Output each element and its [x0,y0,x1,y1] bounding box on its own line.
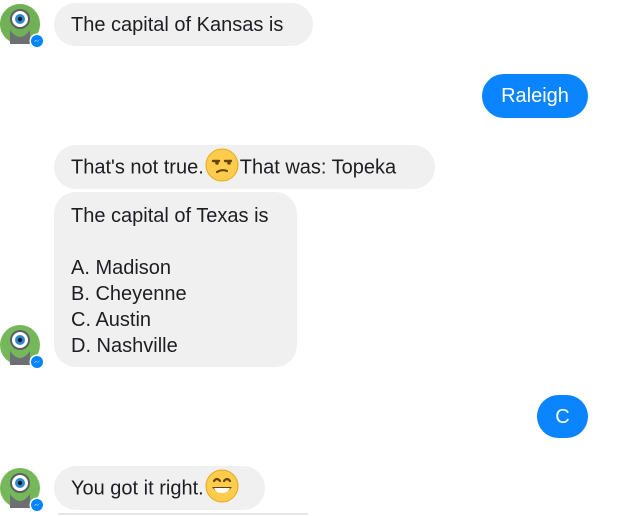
incoming-message-bubble: The capital of Kansas is [54,3,313,46]
bot-avatar[interactable] [0,468,45,513]
message-text: C [555,406,570,428]
message-text: That's not true. [71,156,204,179]
incoming-message-bubble: The capital of Texas is A. Madison B. Ch… [54,192,297,367]
message-text: You got it right. [71,477,204,500]
messenger-badge-icon [29,33,45,49]
message-text: Raleigh [501,85,569,107]
question-text: The capital of Texas is [71,205,269,227]
answer-option: A. Madison [71,257,172,279]
messenger-badge-icon [29,497,45,513]
answer-option: B. Cheyenne [71,283,187,305]
bot-avatar[interactable] [0,325,45,370]
answer-option: D. Nashville [71,335,178,357]
unamused-face-emoji-icon [205,148,239,182]
outgoing-message-bubble: Raleigh [482,74,588,118]
answer-option: C. Austin [71,309,152,331]
outgoing-message-bubble: C [537,395,588,438]
message-text: That was: Topeka [239,156,397,179]
message-text: The capital of Kansas is [71,14,284,36]
grinning-face-emoji-icon [205,469,239,503]
messenger-badge-icon [29,354,45,370]
incoming-message-bubble: You got it right. [54,466,265,510]
incoming-message-bubble: That's not true. That was: Topeka [54,145,435,189]
bot-avatar[interactable] [0,4,45,49]
